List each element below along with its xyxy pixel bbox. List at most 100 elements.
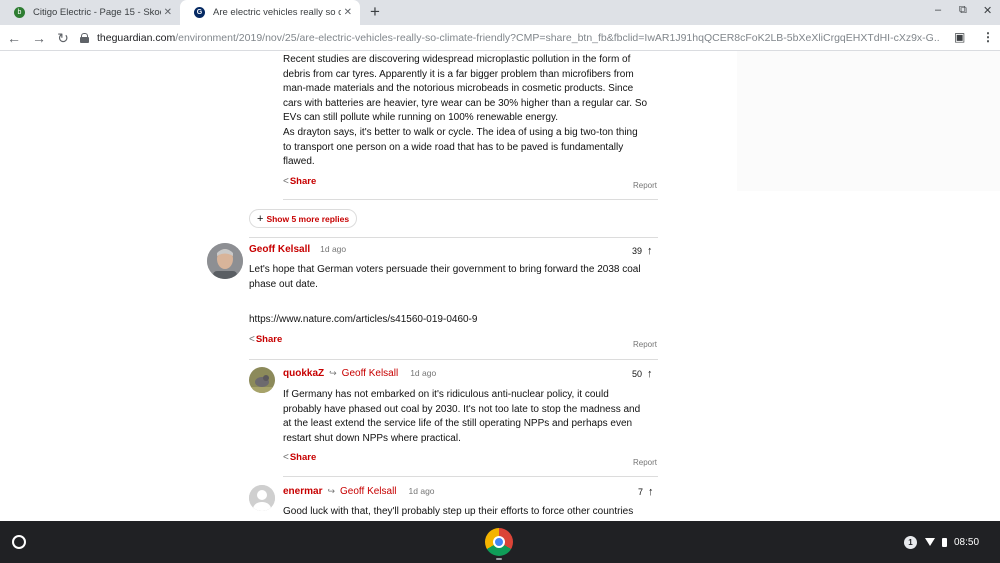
comment-line: Let's hope that German voters persuade t… [249, 264, 641, 275]
tab-close-icon[interactable]: ✕ [164, 7, 172, 18]
comment-line: cars with batteries are heavier, tyre we… [283, 97, 648, 109]
avatar[interactable] [207, 243, 243, 279]
comment-header: quokkaZ ↪ Geoff Kelsall 1d ago [283, 368, 436, 379]
share-button[interactable]: < Share [283, 452, 316, 463]
side-panel [737, 51, 1000, 191]
comment-line: Good luck with that, they'll probably st… [283, 506, 634, 517]
restore-button[interactable]: ⧉ [959, 4, 967, 17]
comment-line: flawed. [283, 156, 315, 168]
comment-header: enermar ↪ Geoff Kelsall 1d ago [283, 486, 435, 497]
page-content: Recent studies are discovering widesprea… [0, 51, 1000, 521]
notification-count: 1 [904, 535, 917, 549]
wifi-icon [925, 538, 935, 546]
more-replies-label: Show 5 more replies [266, 213, 350, 224]
comment-line: restart shut down NPPs where practical. [283, 432, 461, 444]
back-button[interactable]: ← [5, 29, 23, 47]
url-host: theguardian.com [96, 32, 176, 44]
comment-header: Geoff Kelsall 1d ago [249, 244, 346, 255]
url-path: /environment/2019/nov/25/are-electric-ve… [175, 32, 940, 44]
comment-body: If Germany has not embarked on it's ridi… [283, 388, 663, 446]
tab-close-icon[interactable]: ✕ [344, 7, 352, 18]
shelf [0, 521, 1000, 563]
share-label: Share [289, 452, 317, 463]
share-icon: < [283, 452, 289, 463]
reply-to-name[interactable]: Geoff Kelsall [340, 486, 397, 497]
comment-line: man-made materials and the notorious mic… [283, 83, 634, 95]
avatar[interactable] [249, 485, 275, 511]
avatar-photo-icon [249, 367, 275, 393]
status-tray[interactable]: 1 08:50 [904, 533, 979, 551]
launcher-icon[interactable] [12, 535, 26, 549]
comment-line: at the least extend the service life of … [283, 418, 633, 430]
comment-line: phase out date. [249, 278, 318, 290]
tab-guardian[interactable]: G Are electric vehicles really so climat… [180, 0, 360, 25]
new-tab-button[interactable]: + [365, 2, 385, 22]
comment-time[interactable]: 1d ago [320, 244, 346, 254]
tab-title: Citigo Electric - Page 15 - Skoda [33, 7, 161, 18]
plus-icon: + [257, 212, 264, 225]
comment-line: to transport one person on a wide road t… [283, 141, 624, 153]
lock-icon [80, 33, 89, 43]
avatar-photo-icon [207, 243, 243, 279]
comment-link[interactable]: https://www.nature.com/articles/s41560-0… [249, 313, 477, 328]
reload-button[interactable]: ↻ [54, 29, 72, 47]
share-button[interactable]: < Share [283, 176, 316, 187]
forward-button[interactable]: → [30, 29, 48, 47]
divider [249, 237, 658, 238]
comment-line: probably have phased out coal by 2030. I… [283, 403, 641, 415]
divider [249, 359, 658, 360]
comment-line: EVs can still pollute while running on 1… [283, 112, 558, 124]
comment-line: If Germany has not embarked on it's ridi… [283, 389, 609, 400]
tab-strip: b Citigo Electric - Page 15 - Skoda ✕ G … [0, 0, 1000, 25]
comment-body: Let's hope that German voters persuade t… [249, 263, 669, 292]
reply-arrow-icon: ↪ [329, 368, 337, 378]
share-button[interactable]: < Share [249, 334, 282, 345]
author-name[interactable]: Geoff Kelsall [249, 244, 310, 255]
report-link[interactable]: Report [633, 458, 657, 467]
default-avatar-icon [249, 485, 275, 511]
share-label: Share [255, 334, 283, 345]
arrow-up-icon: ↑ [647, 245, 653, 257]
tab-title: Are electric vehicles really so climate-… [213, 7, 341, 18]
divider [283, 476, 658, 477]
comment-line: debris from car tyres. Apparently it is … [283, 68, 634, 80]
chrome-icon[interactable] [485, 528, 513, 556]
comment-time[interactable]: 1d ago [409, 486, 435, 496]
comment-body: Good luck with that, they'll probably st… [283, 505, 673, 520]
close-window-button[interactable]: ✕ [983, 4, 992, 17]
address-bar[interactable]: theguardian.com /environment/2019/nov/25… [80, 27, 940, 49]
comment-line: As drayton says, it's better to walk or … [283, 126, 638, 138]
author-name[interactable]: quokkaZ [283, 368, 324, 379]
recommend-count: 39 [632, 246, 643, 256]
comment-body: Recent studies are discovering widesprea… [283, 53, 663, 170]
author-name[interactable]: enermar [283, 486, 322, 497]
reply-to-name[interactable]: Geoff Kelsall [342, 368, 399, 379]
browser-toolbar: ← → ↻ theguardian.com /environment/2019/… [0, 25, 1000, 51]
battery-icon [942, 537, 947, 547]
share-label: Share [289, 176, 317, 187]
arrow-up-icon: ↑ [648, 486, 654, 498]
menu-icon[interactable]: ⋮ [982, 30, 994, 44]
recommend-button[interactable]: 39 ↑ [632, 245, 653, 257]
report-link[interactable]: Report [633, 340, 657, 349]
comment-time[interactable]: 1d ago [410, 368, 436, 378]
guardian-favicon-icon: G [194, 7, 205, 18]
report-link[interactable]: Report [633, 181, 657, 190]
recommend-button[interactable]: 50 ↑ [632, 368, 653, 380]
recommend-count: 50 [632, 369, 643, 379]
tab-citigo[interactable]: b Citigo Electric - Page 15 - Skoda ✕ [0, 0, 180, 25]
profile-icon[interactable]: ▣ [954, 30, 965, 44]
share-icon: < [249, 334, 255, 345]
divider [283, 199, 658, 200]
show-more-replies-button[interactable]: + Show 5 more replies [249, 209, 358, 228]
running-indicator [496, 558, 502, 560]
minimize-button[interactable]: – [935, 4, 941, 16]
clock: 08:50 [954, 536, 980, 548]
reply-arrow-icon: ↪ [327, 486, 336, 496]
comment-line: Recent studies are discovering widesprea… [283, 54, 631, 65]
arrow-up-icon: ↑ [647, 368, 653, 380]
recommend-count: 7 [638, 487, 644, 497]
recommend-button[interactable]: 7 ↑ [638, 486, 654, 498]
avatar[interactable] [249, 367, 275, 393]
share-icon: < [283, 176, 289, 187]
